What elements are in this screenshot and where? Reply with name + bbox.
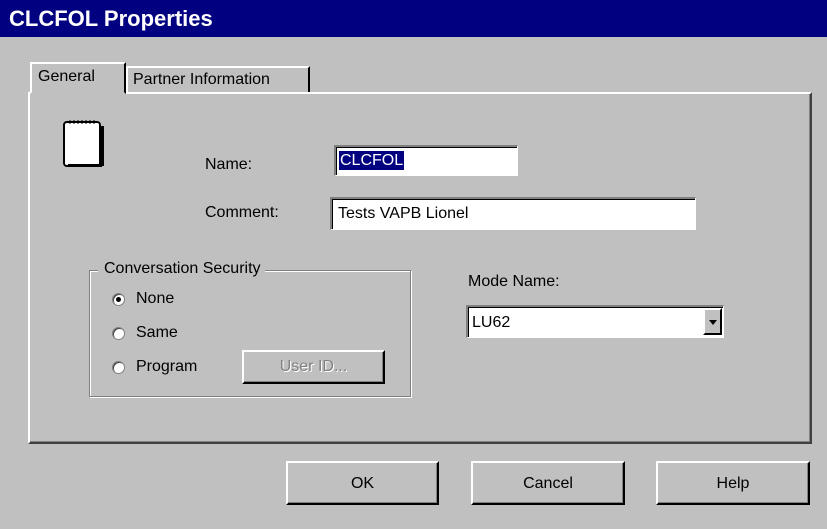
mode-name-label: Mode Name: bbox=[468, 273, 560, 290]
radio-none-label: None bbox=[136, 290, 175, 307]
conversation-security-title: Conversation Security bbox=[98, 260, 265, 278]
name-label: Name: bbox=[205, 156, 253, 173]
radio-same-indicator[interactable] bbox=[112, 327, 125, 340]
radio-program-label: Program bbox=[136, 358, 198, 375]
radio-program-indicator[interactable] bbox=[112, 361, 125, 374]
tab-general[interactable]: General bbox=[30, 62, 126, 94]
ok-button[interactable]: OK bbox=[286, 461, 439, 505]
user-id-button[interactable]: User ID... bbox=[242, 350, 385, 384]
mode-name-dropdown-button[interactable] bbox=[703, 308, 722, 335]
mode-name-select[interactable]: LU62 bbox=[466, 305, 724, 338]
window-title: CLCFOL Properties bbox=[0, 0, 827, 37]
help-button-label: Help bbox=[716, 475, 750, 492]
cancel-button[interactable]: Cancel bbox=[471, 461, 625, 505]
comment-field-value: Tests VAPB Lionel bbox=[338, 205, 469, 222]
help-button[interactable]: Help bbox=[656, 461, 810, 505]
radio-program[interactable]: Program bbox=[112, 358, 222, 378]
name-field[interactable]: CLCFOL bbox=[334, 145, 518, 176]
radio-same-label: Same bbox=[136, 324, 178, 341]
comment-label: Comment: bbox=[205, 204, 279, 221]
tab-partner-information[interactable]: Partner Information bbox=[126, 66, 310, 94]
mode-name-value: LU62 bbox=[472, 314, 511, 331]
chevron-down-icon bbox=[709, 320, 717, 325]
comment-field[interactable]: Tests VAPB Lionel bbox=[330, 197, 696, 230]
document-icon bbox=[63, 120, 104, 167]
ok-button-label: OK bbox=[350, 475, 375, 492]
cancel-button-label: Cancel bbox=[523, 475, 573, 492]
tab-partner-information-label: Partner Information bbox=[133, 71, 270, 88]
user-id-button-label: User ID... bbox=[279, 358, 348, 375]
name-field-value: CLCFOL bbox=[339, 151, 405, 170]
radio-same[interactable]: Same bbox=[112, 324, 192, 344]
radio-none[interactable]: None bbox=[112, 290, 192, 310]
radio-none-indicator[interactable] bbox=[112, 293, 125, 306]
tab-general-label: General bbox=[38, 68, 95, 85]
